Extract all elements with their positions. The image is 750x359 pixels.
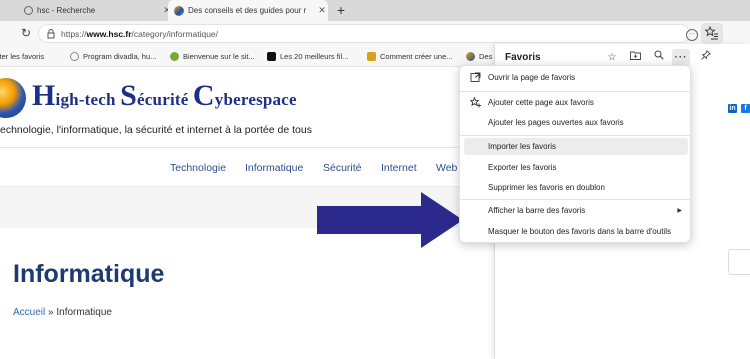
bookmark-label: rter les favoris [0, 52, 45, 61]
breadcrumb-separator: » [45, 307, 57, 318]
menu-item-label: Ouvrir la page de favoris [488, 73, 576, 82]
favorites-more-menu: Ouvrir la page de favoris Ajouter cette … [459, 65, 692, 243]
hsc-globe-icon [174, 5, 184, 16]
more-icon[interactable]: ··· [672, 49, 690, 66]
bookmark-item[interactable]: Comment créer une... [367, 50, 453, 63]
nav-item-securite[interactable]: Sécurité [323, 162, 362, 174]
bookmark-item[interactable]: Bienvenue sur le sit... [170, 50, 255, 63]
bookmark-item[interactable]: Les 20 meilleurs fil... [267, 50, 348, 63]
nav-item-web[interactable]: Web [436, 162, 457, 174]
open-page-icon [470, 72, 481, 82]
menu-item-open-favorites-page[interactable]: Ouvrir la page de favoris [464, 69, 688, 86]
menu-item-remove-duplicates[interactable]: Supprimer les favoris en doublon [464, 179, 688, 196]
url-text[interactable]: https://www.hsc.fr/category/informatique… [61, 29, 218, 39]
menu-separator [460, 135, 692, 136]
menu-item-label: Ajouter cette page aux favoris [488, 98, 594, 107]
breadcrumb-current: Informatique [56, 307, 112, 318]
url-path: /category/informatique/ [131, 29, 219, 39]
site-tagline: echnologie, l'informatique, la sécurité … [0, 124, 312, 136]
breadcrumb-home[interactable]: Accueil [13, 307, 45, 318]
menu-item-hide-favorites-button[interactable]: Masquer le bouton des favoris dans la ba… [464, 223, 688, 240]
menu-item-import-favorites[interactable]: Importer les favoris [464, 138, 688, 155]
add-favorite-icon[interactable]: ☆ [603, 49, 621, 66]
bookmark-item[interactable]: rter les favoris [0, 50, 44, 63]
tab-label: hsc - Recherche [37, 6, 96, 15]
menu-item-add-this-page[interactable]: Ajouter cette page aux favoris [464, 94, 688, 111]
menu-separator [460, 91, 692, 92]
tab-label: Des conseils et des guides pour r [188, 6, 307, 15]
logo-letter: C [192, 79, 215, 112]
lock-icon[interactable] [47, 29, 55, 39]
bookmark-label: Bienvenue sur le sit... [183, 52, 255, 61]
new-tab-button[interactable]: + [333, 1, 349, 19]
logo-text: igh-tech [55, 90, 121, 109]
cm-icon [367, 52, 376, 61]
nav-item-internet[interactable]: Internet [381, 162, 417, 174]
menu-item-label: Exporter les favoris [488, 163, 557, 172]
page-title: Informatique [13, 260, 165, 288]
reading-view-icon[interactable]: ··· [686, 29, 698, 41]
menu-item-label: Supprimer les favoris en doublon [488, 183, 605, 192]
address-toolbar: ↻ https://www.hsc.fr/category/informatiq… [0, 21, 750, 46]
theatre-icon [70, 52, 79, 61]
linkedin-icon[interactable]: in [728, 104, 737, 113]
search-icon [24, 6, 33, 15]
browser-window: hsc - Recherche ✕ Des conseils et des gu… [0, 0, 750, 359]
nav-item-informatique[interactable]: Informatique [245, 162, 303, 174]
pointer-arrow-annotation [317, 192, 463, 248]
facebook-icon[interactable]: f [741, 104, 750, 113]
menu-item-label: Importer les favoris [488, 142, 557, 151]
search-icon[interactable] [650, 49, 668, 66]
hsc-logo-globe[interactable] [0, 78, 26, 118]
tab-strip: hsc - Recherche ✕ Des conseils et des gu… [0, 0, 750, 21]
site-logo-title[interactable]: High-tech Sécurité Cyberespace [32, 79, 297, 113]
add-favorite-icon [470, 97, 481, 108]
menu-separator [460, 199, 692, 200]
bookmark-label: Comment créer une... [380, 52, 453, 61]
url-prefix: https:// [61, 29, 87, 39]
favorites-panel-title: Favoris [505, 52, 541, 63]
breadcrumb: Accueil » Informatique [13, 307, 112, 318]
tab-hsc-informatique[interactable]: Des conseils et des guides pour r ✕ [168, 0, 328, 21]
film-icon [267, 52, 276, 61]
tab-hsc-recherche[interactable]: hsc - Recherche ✕ [18, 0, 173, 21]
add-folder-icon[interactable] [626, 49, 644, 66]
bookmark-label: Program divadla, hu... [83, 52, 157, 61]
menu-item-export-favorites[interactable]: Exporter les favoris [464, 159, 688, 176]
menu-item-label: Masquer le bouton des favoris dans la ba… [488, 227, 671, 236]
divider [0, 147, 494, 148]
scroll-region[interactable] [728, 249, 750, 275]
logo-text: yberespace [214, 90, 297, 109]
menu-item-add-open-pages[interactable]: Ajouter les pages ouvertes aux favoris [464, 114, 688, 131]
address-bar[interactable]: https://www.hsc.fr/category/informatique… [38, 24, 722, 43]
url-domain: www.hsc.fr [86, 29, 132, 39]
logo-letter: S [120, 79, 138, 112]
hsc-globe-icon [466, 52, 475, 61]
bookmark-label: Des [479, 52, 493, 61]
logo-letter: H [32, 79, 56, 112]
close-icon[interactable]: ✕ [316, 5, 328, 16]
favorites-button[interactable] [701, 23, 723, 44]
favorites-list-icon [705, 26, 718, 40]
menu-item-show-favorites-bar[interactable]: Afficher la barre des favoris ▶ [464, 202, 688, 219]
bookmarks-bar: rter les favoris Program divadla, hu... … [0, 46, 494, 67]
refresh-icon[interactable]: ↻ [18, 25, 34, 41]
pin-icon[interactable] [697, 49, 715, 66]
chevron-right-icon: ▶ [677, 208, 682, 214]
site-icon [170, 52, 179, 61]
logo-text: écurité [137, 90, 193, 109]
nav-item-technologie[interactable]: Technologie [170, 162, 226, 174]
bookmark-item[interactable]: Program divadla, hu... [70, 50, 156, 63]
bookmark-label: Les 20 meilleurs fil... [280, 52, 349, 61]
bookmark-item[interactable]: Des [466, 50, 492, 63]
menu-item-label: Afficher la barre des favoris [488, 206, 586, 215]
menu-item-label: Ajouter les pages ouvertes aux favoris [488, 118, 624, 127]
